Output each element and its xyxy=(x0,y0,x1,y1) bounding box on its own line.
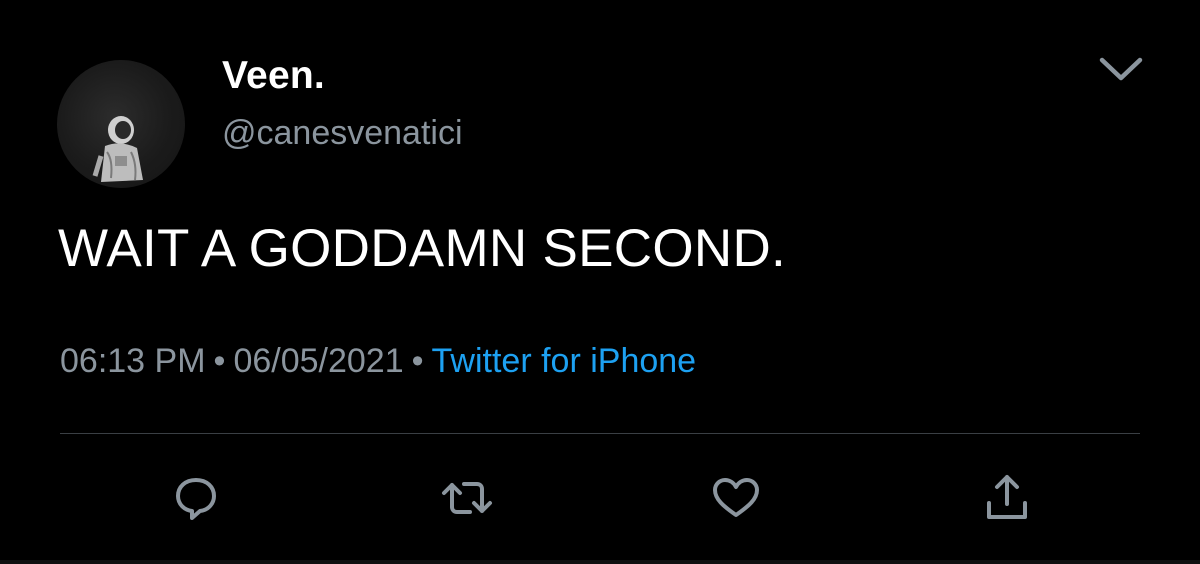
tweet-text: WAIT A GODDAMN SECOND. xyxy=(58,219,787,278)
meta-separator: • xyxy=(213,342,226,380)
chevron-down-icon[interactable] xyxy=(1097,52,1145,86)
tweet-meta: 06:13 PM • 06/05/2021 • Twitter for iPhone xyxy=(60,340,696,382)
avatar[interactable] xyxy=(57,60,185,188)
tweet-source-link[interactable]: Twitter for iPhone xyxy=(432,342,697,380)
tweet-card: Veen. @canesvenatici WAIT A GODDAMN SECO… xyxy=(0,0,1200,564)
meta-separator: • xyxy=(411,342,424,380)
tweet-time: 06:13 PM xyxy=(60,342,206,380)
author-display-name[interactable]: Veen. xyxy=(222,53,325,99)
author-handle[interactable]: @canesvenatici xyxy=(222,113,463,153)
share-icon[interactable] xyxy=(980,471,1034,525)
divider xyxy=(60,433,1140,434)
reply-icon[interactable] xyxy=(169,471,223,525)
tweet-date: 06/05/2021 xyxy=(233,342,404,380)
retweet-icon[interactable] xyxy=(440,471,494,525)
astronaut-avatar-image xyxy=(92,116,143,182)
heart-icon[interactable] xyxy=(709,471,763,525)
bottom-edge xyxy=(0,560,1200,564)
